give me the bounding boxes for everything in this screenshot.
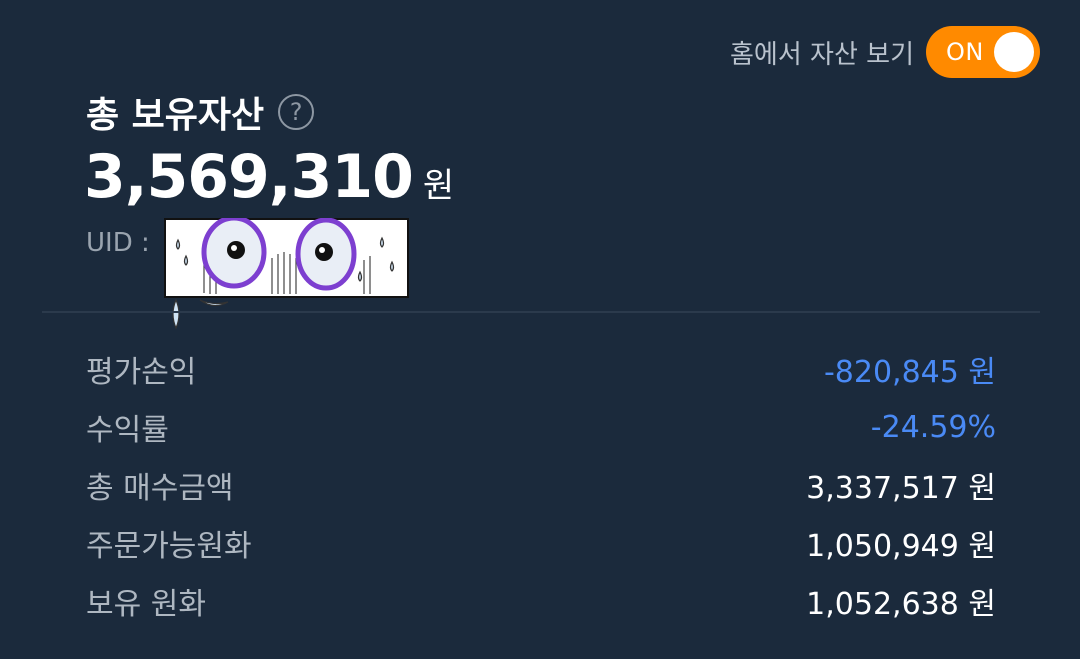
question-icon[interactable]: ? (278, 94, 315, 130)
row-value: -820,845 원 (823, 355, 996, 390)
row-value: 1,050,949 원 (806, 529, 996, 564)
list-item: 주문가능원화 1,050,949 원 (86, 514, 996, 572)
total-assets-amount: 3,569,310 원 (84, 142, 454, 212)
row-label: 총 매수금액 (86, 471, 234, 506)
list-item: 보유 원화 1,052,638 원 (86, 572, 996, 630)
asset-details-list: 평가손익 -820,845 원 수익률 -24.59% 총 매수금액 3,337… (86, 340, 996, 630)
toggle-knob (994, 32, 1034, 72)
row-label: 주문가능원화 (86, 529, 252, 564)
row-value: 3,337,517 원 (806, 471, 996, 506)
row-value: -24.59% (870, 409, 996, 445)
home-asset-toggle-row: 홈에서 자산 보기 ON (730, 26, 1040, 78)
uid-label: UID : (86, 228, 150, 258)
total-assets-value: 3,569,310 (84, 142, 414, 212)
total-assets-header: 총 보유자산 ? (86, 86, 315, 138)
row-label: 수익률 (86, 413, 169, 448)
section-divider (42, 311, 1040, 313)
total-assets-unit: 원 (422, 166, 455, 206)
eyes-sticker-image (164, 218, 409, 330)
toggle-state-label: ON (946, 38, 984, 66)
home-asset-toggle-label: 홈에서 자산 보기 (730, 39, 914, 70)
row-value: 1,052,638 원 (806, 587, 996, 622)
page-title: 총 보유자산 (86, 95, 265, 136)
home-asset-toggle[interactable]: ON (926, 26, 1040, 78)
row-label: 보유 원화 (86, 587, 206, 622)
row-label: 평가손익 (86, 355, 197, 390)
list-item: 수익률 -24.59% (86, 398, 996, 456)
list-item: 평가손익 -820,845 원 (86, 340, 996, 398)
list-item: 총 매수금액 3,337,517 원 (86, 456, 996, 514)
